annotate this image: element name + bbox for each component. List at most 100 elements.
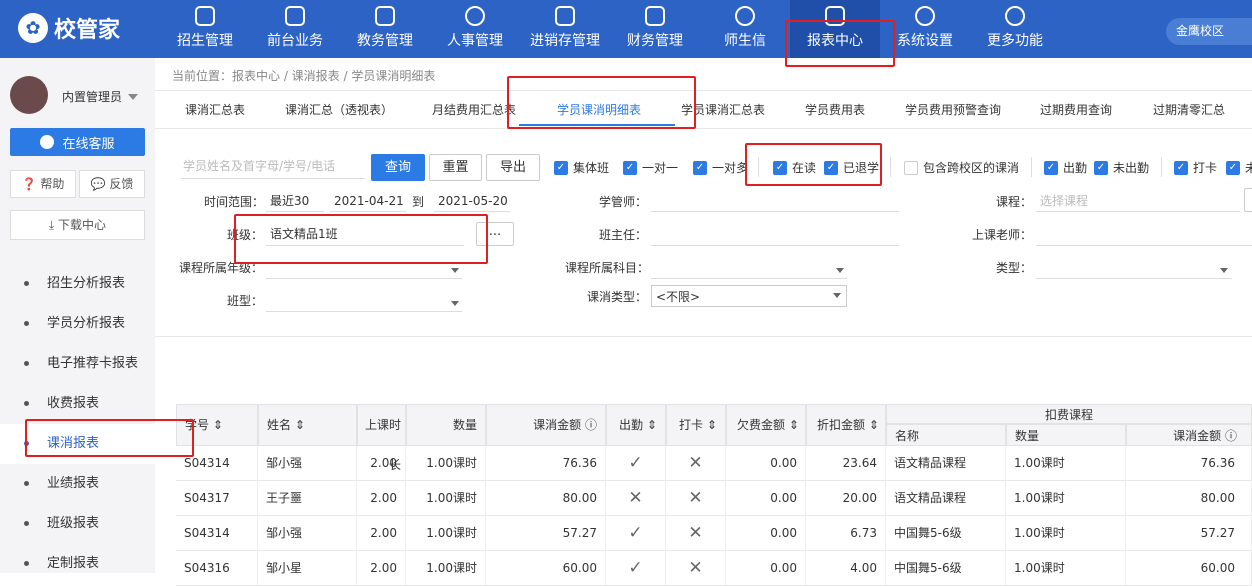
chevron-down-icon [833, 293, 841, 298]
class-type-select[interactable] [266, 288, 462, 312]
col-header-punch[interactable]: 打卡 ⇕ [666, 404, 726, 446]
box-icon [555, 6, 575, 26]
person-icon [465, 6, 485, 26]
checkbox-absent[interactable]: ✓ 未出勤 [1094, 159, 1149, 176]
col-header-duration[interactable]: 上课时长 [357, 404, 406, 472]
sidebar-item-enrollment-report[interactable]: 招生分析报表 [0, 264, 155, 304]
type-select[interactable] [1036, 255, 1232, 279]
divider [155, 128, 1252, 129]
col-header-owe[interactable]: 欠费金额 ⇕ [726, 404, 806, 446]
query-button[interactable]: 查询 [371, 154, 425, 181]
cell-name[interactable]: 王子噩 [258, 481, 357, 516]
subject-select[interactable] [651, 255, 847, 279]
date-from-input[interactable]: 2021-04-21 [330, 190, 406, 212]
sidebar-item-student-report[interactable]: 学员分析报表 [0, 304, 155, 344]
nav-academic[interactable]: 教务管理 [340, 0, 430, 58]
nav-front-desk[interactable]: 前台业务 [250, 0, 340, 58]
checkbox-punched[interactable]: ✓ 打卡 [1174, 159, 1217, 176]
tab-fee-warning[interactable]: 学员费用预警查询 [905, 101, 1001, 118]
export-button[interactable]: 导出 [486, 154, 540, 181]
col-header-qty[interactable]: 数量 [406, 404, 486, 446]
course-input[interactable]: 选择课程 [1036, 190, 1240, 212]
reset-button[interactable]: 重置 [429, 154, 482, 181]
cell-name[interactable]: 邹小强 [258, 446, 357, 481]
col-header-attend[interactable]: 出勤 ⇕ [606, 404, 666, 446]
to-label: 到 [412, 195, 425, 209]
check-icon: ✓ [554, 160, 568, 175]
sidebar: 内置管理员 在线客服 ❓ 帮助 💬 反馈 ⤓ 下载中心 招生分析报表 学员分析报… [0, 58, 155, 573]
book-icon [375, 6, 395, 26]
date-to-input[interactable]: 2021-05-20 [434, 190, 510, 212]
tab-student-fees[interactable]: 学员费用表 [805, 101, 865, 118]
nav-more[interactable]: 更多功能 [970, 0, 1060, 58]
sidebar-item-performance-report[interactable]: 业绩报表 [0, 464, 155, 504]
check-icon: ✓ [606, 551, 666, 586]
help-button[interactable]: ❓ 帮助 [10, 170, 76, 198]
app-logo[interactable]: ✿ 校管家 [18, 12, 120, 44]
checkbox-empty-icon [904, 160, 918, 175]
cell-deduct-amount: 57.27 [1126, 516, 1252, 551]
sidebar-item-referral-report[interactable]: 电子推荐卡报表 [0, 344, 155, 384]
close-icon: ✕ [666, 551, 726, 586]
question-icon: ⓘ [584, 418, 597, 432]
checkbox-attended[interactable]: ✓ 出勤 [1044, 159, 1087, 176]
bullet-icon [24, 481, 29, 486]
chevron-down-icon [451, 268, 459, 273]
close-icon: ✕ [606, 481, 666, 516]
cell-deduct-amount: 76.36 [1126, 446, 1252, 481]
col-header-deduct-name[interactable]: 名称 [886, 424, 1006, 446]
online-service-button[interactable]: 在线客服 [10, 128, 145, 156]
col-header-amount[interactable]: 课消金额 ⓘ [486, 404, 606, 446]
user-name[interactable]: 内置管理员 [62, 88, 122, 105]
cell-qty: 1.00课时 [406, 481, 486, 516]
search-input[interactable]: 学员姓名及首字母/学号/电话 [181, 153, 365, 179]
tab-monthly-fee-summary[interactable]: 月结费用汇总表 [432, 101, 516, 118]
course-picker-button[interactable] [1244, 188, 1252, 212]
tab-consumption-summary[interactable]: 课消汇总表 [185, 101, 245, 118]
cell-amount: 60.00 [486, 551, 606, 586]
cell-deduct-qty: 1.00课时 [1006, 446, 1126, 481]
teacher-input[interactable] [1036, 222, 1252, 246]
col-header-discount[interactable]: 折扣金额 ⇕ [806, 404, 886, 446]
nav-enrollment[interactable]: 招生管理 [160, 0, 250, 58]
type-label: 类型： [996, 261, 1033, 275]
sidebar-item-class-report[interactable]: 班级报表 [0, 504, 155, 544]
campus-selector[interactable]: 金鹰校区 [1166, 18, 1252, 45]
time-preset-select[interactable]: 最近30 [266, 190, 324, 212]
sidebar-item-custom-report[interactable]: 定制报表 [0, 544, 155, 584]
advisor-input[interactable] [651, 190, 899, 212]
divider [1031, 157, 1032, 177]
head-teacher-input[interactable] [651, 222, 899, 246]
sidebar-item-charge-report[interactable]: 收费报表 [0, 384, 155, 424]
checkbox-group-class[interactable]: ✓ 集体班 [554, 159, 609, 176]
feedback-button[interactable]: 💬 反馈 [79, 170, 145, 198]
highlight-box [25, 419, 194, 457]
tab-expired-clear-summary[interactable]: 过期清零汇总 [1153, 101, 1225, 118]
cell-name[interactable]: 邹小星 [258, 551, 357, 586]
divider [155, 90, 1252, 91]
chevron-down-icon[interactable] [128, 94, 138, 100]
download-center-button[interactable]: ⤓ 下载中心 [10, 210, 145, 240]
cell-deduct-name: 中国舞5-6级 [886, 551, 1006, 586]
close-icon: ✕ [666, 446, 726, 481]
tab-consumption-pivot[interactable]: 课消汇总（透视表） [285, 101, 393, 118]
checkbox-not-punched[interactable]: ✓ 未 [1226, 159, 1252, 176]
nav-inventory[interactable]: 进销存管理 [520, 0, 610, 58]
tab-expired-fees[interactable]: 过期费用查询 [1040, 101, 1112, 118]
avatar[interactable] [10, 76, 48, 114]
col-header-deduct-amount[interactable]: 课消金额 ⓘ [1126, 424, 1252, 446]
cell-owe: 0.00 [726, 446, 806, 481]
cell-duration: 2.00 [357, 446, 406, 481]
consume-type-select[interactable]: <不限> [651, 285, 847, 307]
cell-deduct-name: 中国舞5-6级 [886, 516, 1006, 551]
checkbox-one-to-many[interactable]: ✓ 一对多 [693, 159, 748, 176]
nav-hr[interactable]: 人事管理 [430, 0, 520, 58]
col-header-deduct-qty[interactable]: 数量 [1006, 424, 1126, 446]
checkbox-cross-campus[interactable]: 包含跨校区的课消 [904, 159, 1019, 176]
cell-name[interactable]: 邹小强 [258, 516, 357, 551]
nav-messages[interactable]: 师生信 [700, 0, 790, 58]
col-header-name[interactable]: 姓名 ⇕ [258, 404, 357, 446]
nav-finance[interactable]: 财务管理 [610, 0, 700, 58]
advisor-label: 学管师： [599, 195, 648, 209]
checkbox-one-to-one[interactable]: ✓ 一对一 [623, 159, 678, 176]
